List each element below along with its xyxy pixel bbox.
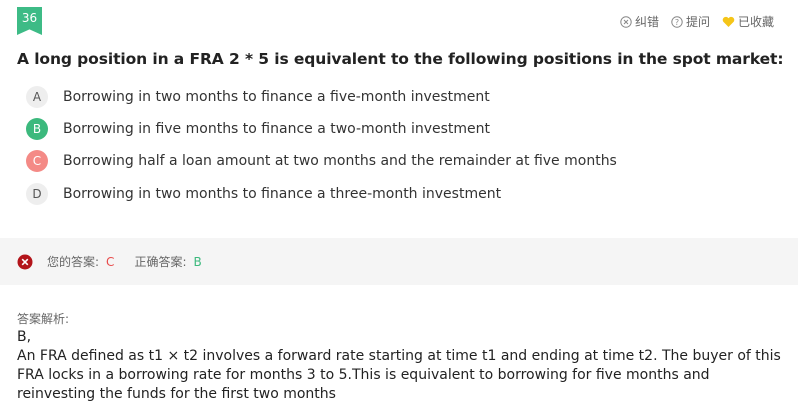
correct-answer-value: B xyxy=(193,254,202,269)
your-answer-value: C xyxy=(106,254,115,269)
option-d-text: Borrowing in two months to finance a thr… xyxy=(63,186,502,202)
correct-answer-label: 正确答案: xyxy=(134,255,187,269)
ask-question-label: 提问 xyxy=(685,15,710,29)
option-c-text: Borrowing half a loan amount at two mont… xyxy=(63,153,617,169)
option-d-letter: D xyxy=(26,183,48,205)
answer-result-bar: 您的答案: C 正确答案: B xyxy=(0,238,798,285)
error-x-icon xyxy=(17,254,33,269)
favorite-button[interactable]: 已收藏 xyxy=(722,13,774,30)
analysis-explanation: An FRA defined as t1 × t2 involves a for… xyxy=(17,348,781,402)
heart-icon xyxy=(722,16,735,27)
svg-text:?: ? xyxy=(675,17,679,26)
ask-question-button[interactable]: ? 提问 xyxy=(671,13,710,30)
report-error-label: 纠错 xyxy=(634,15,659,29)
report-error-button[interactable]: 纠错 xyxy=(620,13,659,30)
analysis-answer-line: B, xyxy=(17,329,32,345)
analysis-body: B, An FRA defined as t1 × t2 involves a … xyxy=(17,328,782,404)
option-b[interactable]: B Borrowing in five months to finance a … xyxy=(26,118,490,140)
question-circle-icon: ? xyxy=(671,15,683,28)
option-a[interactable]: A Borrowing in two months to finance a f… xyxy=(26,86,490,108)
option-a-letter: A xyxy=(26,86,48,108)
your-answer-label: 您的答案: xyxy=(47,255,100,269)
question-number-badge: 36 xyxy=(17,7,42,35)
question-text: A long position in a FRA 2 * 5 is equiva… xyxy=(17,50,784,68)
favorite-label: 已收藏 xyxy=(737,15,774,29)
option-b-text: Borrowing in five months to finance a tw… xyxy=(63,121,491,137)
option-d[interactable]: D Borrowing in two months to finance a t… xyxy=(26,183,501,205)
analysis-label: 答案解析: xyxy=(17,312,70,326)
question-toolbar: 纠错 ? 提问 已收藏 xyxy=(620,13,774,30)
option-c[interactable]: C Borrowing half a loan amount at two mo… xyxy=(26,150,617,172)
close-circle-icon xyxy=(620,15,632,28)
option-c-letter: C xyxy=(26,150,48,172)
option-a-text: Borrowing in two months to finance a fiv… xyxy=(63,89,490,105)
option-b-letter: B xyxy=(26,118,48,140)
